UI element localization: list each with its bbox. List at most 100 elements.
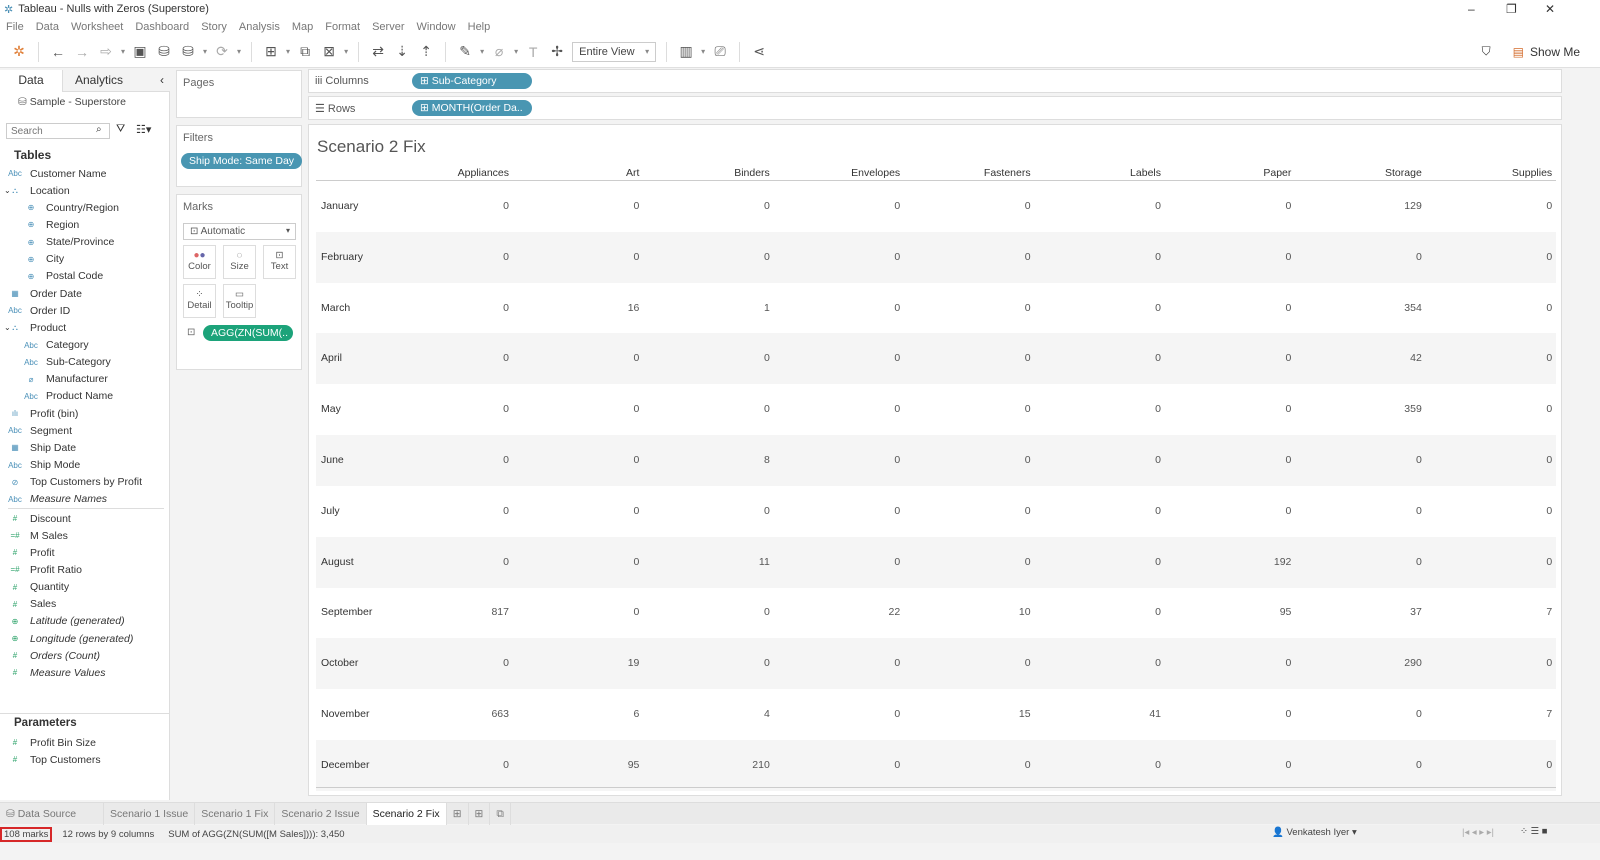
table-cell[interactable]: 16 (509, 302, 640, 314)
expand-icon[interactable]: ⌄ (4, 186, 11, 195)
row-header[interactable]: December (321, 759, 369, 771)
table-cell[interactable]: 0 (509, 556, 640, 568)
table-cell[interactable]: 0 (1161, 251, 1292, 263)
column-header[interactable]: Storage (1292, 167, 1422, 179)
parameter-item[interactable]: # Profit Bin Size (8, 734, 96, 751)
table-cell[interactable]: 0 (1422, 352, 1552, 364)
tab-data-source[interactable]: ⛁ Data Source (0, 802, 104, 825)
field-item[interactable]: ▦ Ship Date (8, 439, 76, 456)
parameter-item[interactable]: # Top Customers (8, 751, 101, 768)
table-cell[interactable]: 0 (1031, 606, 1161, 618)
field-item[interactable]: Abc Category (24, 337, 89, 354)
show-cards-icon[interactable]: ▥ (677, 43, 695, 60)
table-cell[interactable]: 0 (379, 505, 509, 517)
table-cell[interactable]: 0 (509, 505, 640, 517)
table-cell[interactable]: 8 (640, 454, 770, 466)
new-story-icon[interactable]: ⧉ (490, 802, 511, 825)
field-item[interactable]: ⊕ Longitude (generated) (8, 630, 134, 647)
row-header[interactable]: July (321, 505, 340, 517)
mark-type-dropdown[interactable]: ⊡ Automatic ▾ (183, 223, 296, 240)
table-cell[interactable]: 0 (1031, 454, 1161, 466)
pause-updates-icon[interactable]: ⛁ (179, 43, 197, 60)
table-cell[interactable]: 0 (1031, 200, 1161, 212)
table-cell[interactable]: 0 (770, 454, 900, 466)
row-header[interactable]: February (321, 251, 363, 263)
menu-server[interactable]: Server (372, 21, 404, 33)
table-cell[interactable]: 354 (1292, 302, 1422, 314)
row-header[interactable]: April (321, 352, 342, 364)
table-cell[interactable]: 37 (1292, 606, 1422, 618)
table-cell[interactable]: 0 (1292, 556, 1422, 568)
table-cell[interactable]: 0 (1422, 200, 1552, 212)
sheet-sorter-icon[interactable]: ⁘ ☰ ■ (1520, 826, 1548, 837)
table-cell[interactable]: 0 (901, 403, 1031, 415)
table-cell[interactable]: 0 (640, 200, 770, 212)
row-header[interactable]: November (321, 708, 369, 720)
table-cell[interactable]: 0 (379, 251, 509, 263)
table-cell[interactable]: 42 (1292, 352, 1422, 364)
field-item[interactable]: =# M Sales (8, 527, 68, 544)
field-item[interactable]: # Measure Values (8, 664, 106, 681)
row-header[interactable]: January (321, 200, 358, 212)
restore-icon[interactable]: ❐ (1506, 2, 1517, 16)
field-item[interactable]: # Sales (8, 596, 57, 613)
table-cell[interactable]: 0 (1422, 505, 1552, 517)
table-cell[interactable]: 0 (379, 200, 509, 212)
color-button[interactable]: ●● Color (183, 245, 216, 279)
pages-card[interactable]: Pages (176, 70, 302, 118)
table-cell[interactable]: 0 (640, 352, 770, 364)
swap-icon[interactable]: ⇄ (369, 43, 387, 60)
table-cell[interactable]: 22 (770, 606, 901, 618)
table-cell[interactable]: 95 (1161, 606, 1292, 618)
menu-help[interactable]: Help (468, 21, 491, 33)
table-cell[interactable]: 0 (1422, 657, 1552, 669)
tab-sheet[interactable]: Scenario 1 Issue (104, 802, 196, 825)
menu-dashboard[interactable]: Dashboard (135, 21, 189, 33)
group-icon[interactable]: ⌀ (490, 43, 508, 60)
table-cell[interactable]: 7 (1422, 606, 1552, 618)
field-item[interactable]: ▦ Order Date (8, 285, 82, 302)
table-cell[interactable]: 95 (509, 759, 640, 771)
save-icon[interactable]: ▣ (131, 43, 149, 60)
table-cell[interactable]: 0 (770, 403, 900, 415)
table-cell[interactable]: 0 (1161, 708, 1292, 720)
field-item[interactable]: ⌄ ⛬ Product (4, 319, 66, 336)
table-cell[interactable]: 0 (1031, 403, 1161, 415)
field-item[interactable]: =# Profit Ratio (8, 561, 82, 578)
menu-map[interactable]: Map (292, 21, 313, 33)
new-datasource-icon[interactable]: ⛁ (155, 43, 173, 60)
field-item[interactable]: Abc Customer Name (8, 165, 106, 182)
field-item[interactable]: Abc Ship Mode (8, 457, 80, 474)
field-item[interactable]: Abc Product Name (24, 388, 113, 405)
new-worksheet-icon[interactable]: ⊞ (447, 802, 469, 825)
table-cell[interactable]: 0 (1161, 454, 1292, 466)
table-cell[interactable]: 0 (901, 505, 1031, 517)
table-cell[interactable]: 41 (1031, 708, 1161, 720)
new-dashboard-icon[interactable]: ⊞ (469, 802, 491, 825)
field-item[interactable]: # Discount (8, 510, 71, 527)
sort-ascending-icon[interactable]: ⇣ (393, 43, 411, 60)
table-cell[interactable]: 0 (379, 302, 509, 314)
highlight-icon[interactable]: ✎ (456, 43, 474, 60)
table-cell[interactable]: 0 (379, 352, 509, 364)
column-header[interactable]: Supplies (1422, 167, 1552, 179)
menu-worksheet[interactable]: Worksheet (71, 21, 123, 33)
tab-analytics[interactable]: Analytics ‹ (62, 70, 170, 92)
table-cell[interactable]: 4 (640, 708, 770, 720)
table-cell[interactable]: 0 (1161, 759, 1292, 771)
menu-file[interactable]: File (6, 21, 24, 33)
table-cell[interactable]: 0 (1031, 556, 1161, 568)
show-me-button[interactable]: ⛉ ▤ Show Me (1482, 44, 1580, 59)
table-cell[interactable]: 0 (770, 759, 900, 771)
tooltip-button[interactable]: ▭ Tooltip (223, 284, 256, 318)
table-cell[interactable]: 0 (770, 352, 900, 364)
menu-analysis[interactable]: Analysis (239, 21, 280, 33)
table-cell[interactable]: 129 (1292, 200, 1422, 212)
row-header[interactable]: June (321, 454, 344, 466)
tableau-home-icon[interactable]: ✲ (10, 43, 28, 60)
table-cell[interactable]: 0 (1422, 403, 1552, 415)
table-cell[interactable]: 663 (379, 708, 509, 720)
table-cell[interactable]: 0 (640, 606, 770, 618)
table-cell[interactable]: 0 (1161, 657, 1292, 669)
field-item[interactable]: ⊕ Region (24, 216, 80, 233)
